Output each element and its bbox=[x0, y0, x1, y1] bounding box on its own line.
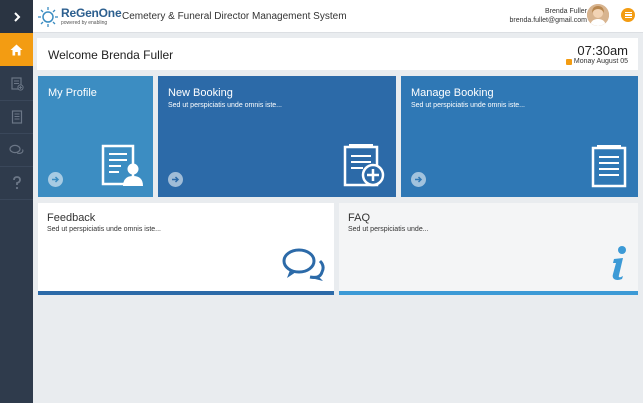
arrow-right-icon[interactable] bbox=[411, 172, 426, 187]
menu-button[interactable] bbox=[621, 8, 635, 22]
menu-icon-bar bbox=[624, 16, 632, 18]
chat-bubbles-icon bbox=[282, 248, 325, 281]
welcome-bar: Welcome Brenda Fuller 07:30am Monay Augu… bbox=[37, 38, 638, 70]
sun-logo-icon bbox=[38, 7, 58, 27]
sidebar bbox=[0, 0, 33, 403]
tile-description: Sed ut perspiciatis unde omnis iste... bbox=[411, 102, 526, 109]
tile-title: Manage Booking bbox=[411, 87, 494, 99]
tile-my-profile[interactable]: My Profile bbox=[38, 76, 153, 197]
header: ReGenOne powered by enabling Cemetery & … bbox=[33, 0, 643, 33]
menu-icon-bar bbox=[624, 12, 632, 14]
info-icon bbox=[612, 246, 626, 280]
logo[interactable]: ReGenOne powered by enabling bbox=[37, 4, 122, 30]
profile-document-icon bbox=[101, 144, 143, 186]
tile-description: Sed ut perspiciatis unde omnis iste... bbox=[47, 226, 162, 233]
app-title: Cemetery & Funeral Director Management S… bbox=[122, 11, 347, 22]
sidebar-item-help[interactable] bbox=[0, 167, 33, 200]
sidebar-item-booking[interactable] bbox=[0, 68, 33, 101]
logo-tagline: powered by enabling bbox=[61, 20, 108, 26]
sidebar-item-home[interactable] bbox=[0, 33, 33, 66]
current-time: 07:30am bbox=[577, 43, 628, 58]
calendar-icon bbox=[565, 58, 572, 65]
user-email: brenda.fullet@gmail.com bbox=[509, 17, 587, 24]
document-icon bbox=[11, 110, 22, 124]
home-icon bbox=[10, 44, 23, 55]
tile-title: Feedback bbox=[47, 212, 96, 224]
tile-faq[interactable]: FAQ Sed ut perspiciatis unde... bbox=[339, 203, 638, 295]
booking-icon bbox=[10, 77, 24, 91]
user-photo-icon bbox=[587, 4, 609, 26]
add-document-icon bbox=[343, 144, 385, 187]
chat-icon bbox=[9, 144, 24, 154]
help-icon bbox=[12, 176, 21, 190]
tile-new-booking[interactable]: New Booking Sed ut perspiciatis unde omn… bbox=[158, 76, 396, 197]
user-name: Brenda Fuller bbox=[544, 8, 587, 15]
tile-manage-booking[interactable]: Manage Booking Sed ut perspiciatis unde … bbox=[401, 76, 638, 197]
menu-icon-bar bbox=[624, 14, 632, 16]
chevron-right-icon bbox=[13, 11, 20, 22]
current-date: Monay August 05 bbox=[573, 58, 628, 65]
document-icon bbox=[591, 145, 627, 188]
welcome-text: Welcome Brenda Fuller bbox=[48, 48, 174, 62]
avatar[interactable] bbox=[587, 4, 609, 26]
tile-description: Sed ut perspiciatis unde... bbox=[348, 226, 429, 233]
tile-feedback[interactable]: Feedback Sed ut perspiciatis unde omnis … bbox=[38, 203, 334, 295]
sidebar-item-feedback[interactable] bbox=[0, 134, 33, 167]
tile-title: New Booking bbox=[168, 87, 233, 99]
tile-title: FAQ bbox=[348, 212, 371, 224]
arrow-right-icon[interactable] bbox=[48, 172, 63, 187]
arrow-right-icon[interactable] bbox=[168, 172, 183, 187]
sidebar-toggle-button[interactable] bbox=[0, 0, 33, 33]
current-date-row: Monay August 05 bbox=[565, 58, 628, 65]
sidebar-item-documents[interactable] bbox=[0, 101, 33, 134]
logo-name: ReGenOne bbox=[61, 6, 122, 20]
tile-description: Sed ut perspiciatis unde omnis iste... bbox=[168, 102, 283, 109]
tile-title: My Profile bbox=[48, 87, 97, 99]
